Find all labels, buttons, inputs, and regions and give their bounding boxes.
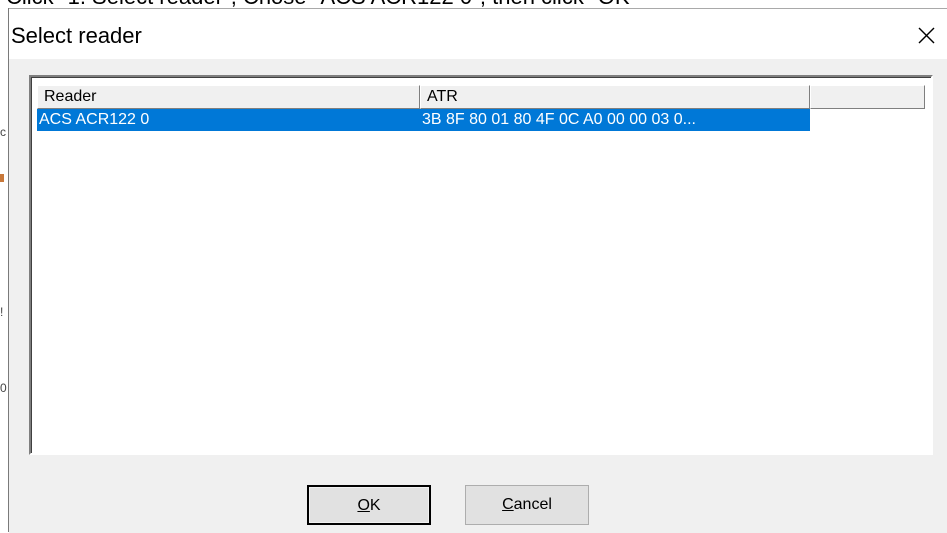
cancel-button[interactable]: Cancel <box>465 485 589 525</box>
reader-list[interactable]: Reader ATR ACS ACR122 0 3B 8F 80 01 80 4… <box>29 75 933 455</box>
background-fragment: ! <box>0 305 4 319</box>
ok-button[interactable]: OK <box>307 485 431 525</box>
reader-name-cell: ACS ACR122 0 <box>39 111 150 128</box>
title-bar[interactable]: Select reader <box>9 9 947 59</box>
background-fragment: c <box>0 125 6 139</box>
cancel-label-rest: ancel <box>513 496 552 513</box>
dialog-title: Select reader <box>11 23 142 48</box>
ok-mnemonic: O <box>357 497 370 514</box>
column-header-reader[interactable]: Reader <box>37 85 420 109</box>
column-header-empty[interactable] <box>810 85 925 109</box>
close-button[interactable] <box>907 17 945 53</box>
select-reader-dialog: Select reader Reader ATR ACS ACR122 0 3B… <box>9 8 947 533</box>
list-header: Reader ATR <box>37 85 937 109</box>
background-fragment: 0 <box>0 381 7 395</box>
background-orange-mark <box>0 174 4 182</box>
column-header-atr[interactable]: ATR <box>420 85 810 109</box>
list-row-acs-acr122[interactable]: ACS ACR122 0 3B 8F 80 01 80 4F 0C A0 00 … <box>37 109 810 131</box>
atr-cell: 3B 8F 80 01 80 4F 0C A0 00 00 03 0... <box>422 111 696 128</box>
cancel-mnemonic: C <box>502 496 514 513</box>
close-icon <box>918 27 935 44</box>
ok-label-rest: K <box>369 497 381 514</box>
background-window-edge: c ! 0 <box>0 8 9 532</box>
